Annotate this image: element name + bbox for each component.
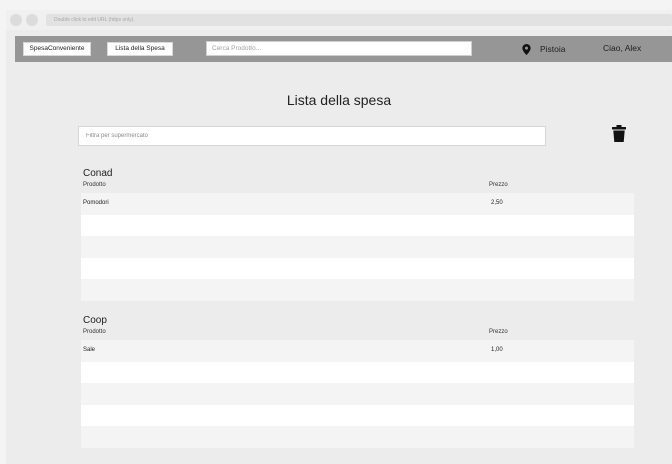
table-row[interactable] (81, 214, 634, 236)
window-button[interactable] (26, 14, 38, 26)
column-header-product: Prodotto (83, 329, 106, 335)
store-name: Coop (83, 315, 107, 326)
product-price: 1,00 (491, 347, 503, 353)
product-table: Pomodori 2,50 (81, 193, 634, 301)
store-filter-input[interactable] (78, 126, 546, 146)
map-pin-icon (522, 44, 531, 55)
brand-button[interactable]: SpesaConveniente (23, 42, 91, 56)
product-table: Sale 1,00 (81, 340, 634, 448)
product-name: Sale (83, 347, 96, 353)
city-label: Pistoia (540, 44, 566, 54)
table-row[interactable]: Sale 1,00 (81, 340, 634, 362)
column-header-price: Prezzo (489, 329, 508, 335)
user-greeting[interactable]: Ciao, Alex (603, 43, 641, 53)
table-row[interactable] (81, 361, 634, 383)
trash-icon[interactable] (612, 125, 626, 142)
product-name: Pomodori (83, 200, 109, 206)
column-header-product: Prodotto (83, 182, 106, 188)
page-title: Lista della spesa (286, 92, 392, 108)
table-row[interactable]: Pomodori 2,50 (81, 193, 634, 215)
window-button[interactable] (10, 14, 22, 26)
shopping-list-button[interactable]: Lista della Spesa (107, 42, 173, 56)
browser-chrome: Double click to edit URL (https only). (6, 10, 672, 30)
table-row[interactable] (81, 236, 634, 258)
table-row[interactable] (81, 404, 634, 426)
app-frame: SpesaConveniente Lista della Spesa Pisto… (6, 30, 672, 464)
table-row[interactable] (81, 383, 634, 405)
store-name: Conad (83, 168, 113, 179)
table-row[interactable] (81, 279, 634, 301)
table-row[interactable] (81, 426, 634, 448)
product-price: 2,50 (491, 200, 503, 206)
url-bar[interactable]: Double click to edit URL (https only). (46, 14, 672, 26)
search-input[interactable] (206, 41, 472, 56)
table-row[interactable] (81, 257, 634, 279)
navbar: SpesaConveniente Lista della Spesa Pisto… (15, 36, 672, 62)
column-header-price: Prezzo (489, 182, 508, 188)
